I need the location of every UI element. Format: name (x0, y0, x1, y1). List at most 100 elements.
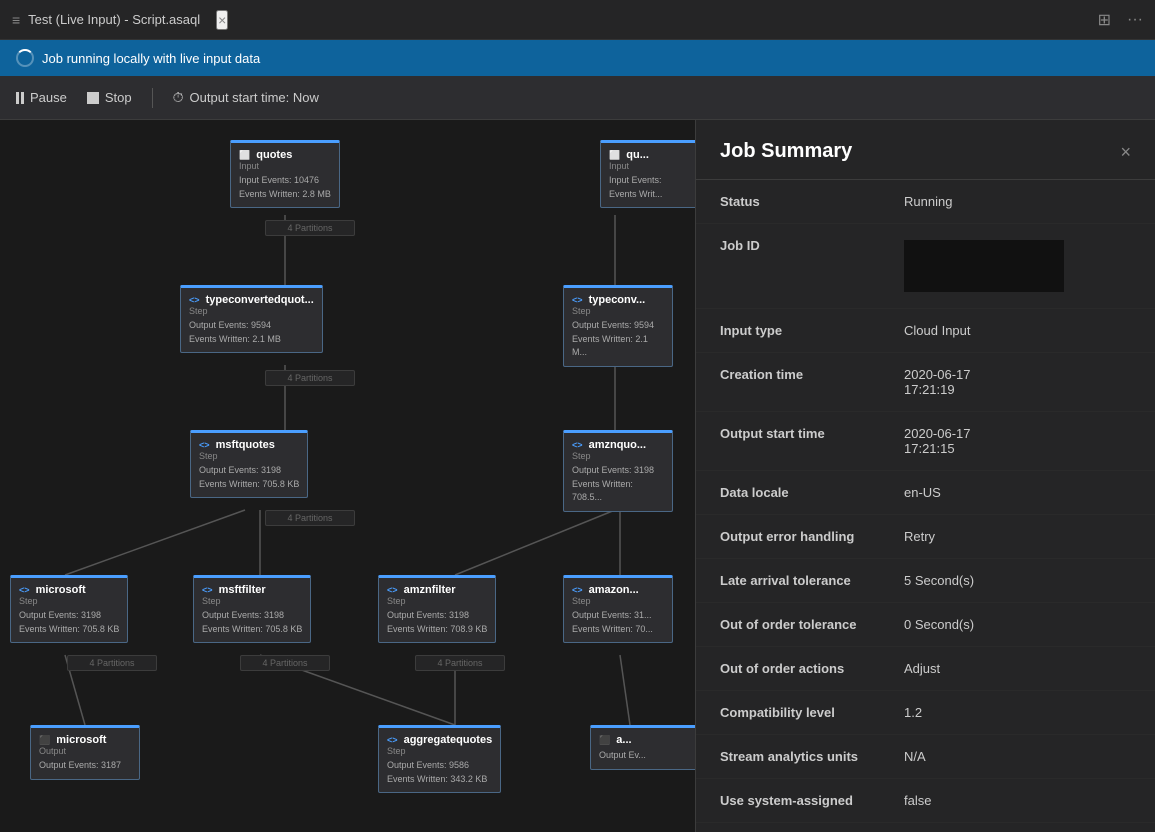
job-summary-close-button[interactable]: × (1120, 143, 1131, 161)
summary-row: Creation time2020-06-17 17:21:19 (696, 353, 1155, 412)
node-stat: Events Written: 2.1 MB (189, 333, 314, 347)
node-title: <> msftfilter (202, 584, 302, 596)
node-stat: Output Ev... (599, 749, 691, 763)
summary-row-value: 1.2 (896, 691, 1155, 734)
partition-label: 4 Partitions (265, 370, 355, 386)
node-stat: Input Events: (609, 174, 695, 188)
node-title: ⬛ a... (599, 734, 691, 746)
node-stat: Output Events: 3187 (39, 759, 131, 773)
partition-label: 4 Partitions (265, 510, 355, 526)
node-stat: Events Writ... (609, 188, 695, 202)
diagram-node-aggregatequotes[interactable]: <> aggregatequotes Step Output Events: 9… (378, 725, 501, 793)
summary-row-value: Cloud Input (896, 309, 1155, 352)
summary-row-value: Running (896, 180, 1155, 223)
node-subtitle: Output (39, 746, 131, 756)
node-stat: Events Written: 2.8 MB (239, 188, 331, 202)
diagram-node-amazon_out[interactable]: ⬛ a... Output Ev... (590, 725, 695, 770)
status-bar: Job running locally with live input data (0, 40, 1155, 76)
summary-row-value: Retry (896, 515, 1155, 558)
summary-row-value: 5 Second(s) (896, 559, 1155, 602)
diagram-node-amznquotes[interactable]: <> amznquo... Step Output Events: 3198Ev… (563, 430, 673, 512)
node-stat: Input Events: 10476 (239, 174, 331, 188)
title-bar-left: ≡ Test (Live Input) - Script.asaql × (12, 10, 228, 30)
summary-row-label: Stream analytics units (696, 735, 896, 778)
node-title: <> amznquo... (572, 439, 664, 451)
node-subtitle: Input (609, 161, 695, 171)
summary-row-value: Adjust (896, 647, 1155, 690)
summary-row: Out of order tolerance0 Second(s) (696, 603, 1155, 647)
diagram-node-typeconverted1[interactable]: <> typeconvertedquot... Step Output Even… (180, 285, 323, 353)
summary-row-value: N/A (896, 735, 1155, 778)
diagram-node-microsoft_out[interactable]: ⬛ microsoft Output Output Events: 3187 (30, 725, 140, 780)
summary-row-value: 2020-06-17 17:21:19 (896, 353, 1155, 411)
node-stat: Events Written: 708.5... (572, 478, 664, 505)
summary-rows-container: StatusRunningJob IDInput typeCloud Input… (696, 180, 1155, 823)
title-bar: ≡ Test (Live Input) - Script.asaql × ⊞ ·… (0, 0, 1155, 40)
node-stat: Events Written: 705.8 KB (202, 623, 302, 637)
job-id-redacted (904, 240, 1064, 292)
node-title: <> msftquotes (199, 439, 299, 451)
diagram-node-typeconverted2[interactable]: <> typeconv... Step Output Events: 9594E… (563, 285, 673, 367)
summary-row-label: Late arrival tolerance (696, 559, 896, 602)
diagram-node-quotes1[interactable]: ⬜ quotes Input Input Events: 10476Events… (230, 140, 340, 208)
partition-label: 4 Partitions (240, 655, 330, 671)
node-subtitle: Step (572, 451, 664, 461)
node-subtitle: Step (387, 746, 492, 756)
stop-button[interactable]: Stop (87, 90, 132, 105)
pause-icon (16, 92, 24, 104)
node-stat: Output Events: 3198 (19, 609, 119, 623)
summary-row: Compatibility level1.2 (696, 691, 1155, 735)
summary-row: Job ID (696, 224, 1155, 309)
pause-button[interactable]: Pause (16, 90, 67, 105)
summary-row-label: Creation time (696, 353, 896, 411)
node-stat: Output Events: 9586 (387, 759, 492, 773)
diagram-node-quotes2[interactable]: ⬜ qu... Input Input Events:Events Writ..… (600, 140, 695, 208)
summary-row: StatusRunning (696, 180, 1155, 224)
node-subtitle: Step (19, 596, 119, 606)
node-stat: Events Written: 343.2 KB (387, 773, 492, 787)
node-title: <> aggregatequotes (387, 734, 492, 746)
node-stat: Events Written: 70... (572, 623, 664, 637)
node-stat: Output Events: 3198 (202, 609, 302, 623)
stop-icon (87, 92, 99, 104)
partition-label: 4 Partitions (265, 220, 355, 236)
summary-row-value (896, 224, 1155, 308)
diagram-node-msftquotes[interactable]: <> msftquotes Step Output Events: 3198Ev… (190, 430, 308, 498)
tab-close-button[interactable]: × (216, 10, 228, 30)
node-title: ⬜ quotes (239, 149, 331, 161)
node-title: <> typeconv... (572, 294, 664, 306)
toolbar-divider (152, 88, 153, 108)
toolbar: Pause Stop ⏱ Output start time: Now (0, 76, 1155, 120)
node-stat: Output Events: 9594 (572, 319, 664, 333)
summary-row: Stream analytics unitsN/A (696, 735, 1155, 779)
node-subtitle: Step (572, 306, 664, 316)
node-title: <> amazon... (572, 584, 664, 596)
node-stat: Events Written: 705.8 KB (19, 623, 119, 637)
summary-row: Output error handlingRetry (696, 515, 1155, 559)
loading-spinner (16, 49, 34, 67)
diagram-area[interactable]: ⬜ quotes Input Input Events: 10476Events… (0, 120, 695, 832)
node-subtitle: Input (239, 161, 331, 171)
node-title: ⬛ microsoft (39, 734, 131, 746)
summary-row-value: 2020-06-17 17:21:15 (896, 412, 1155, 470)
menu-icon: ≡ (12, 12, 20, 28)
summary-row-label: Job ID (696, 224, 896, 308)
summary-row-value: false (896, 779, 1155, 822)
output-time-button[interactable]: ⏱ Output start time: Now (173, 89, 319, 106)
diagram-node-msftfilter[interactable]: <> msftfilter Step Output Events: 3198Ev… (193, 575, 311, 643)
summary-row-label: Status (696, 180, 896, 223)
summary-row-value: en-US (896, 471, 1155, 514)
diagram-node-amznfilter[interactable]: <> amznfilter Step Output Events: 3198Ev… (378, 575, 496, 643)
more-button[interactable]: ··· (1127, 10, 1143, 30)
partition-label: 4 Partitions (67, 655, 157, 671)
diagram-node-amazon[interactable]: <> amazon... Step Output Events: 31...Ev… (563, 575, 673, 643)
summary-row: Late arrival tolerance5 Second(s) (696, 559, 1155, 603)
diagram-node-microsoft[interactable]: <> microsoft Step Output Events: 3198Eve… (10, 575, 128, 643)
job-summary-title: Job Summary (720, 140, 852, 163)
output-time-label: Output start time: Now (190, 90, 319, 105)
node-title: ⬜ qu... (609, 149, 695, 161)
main-content: ⬜ quotes Input Input Events: 10476Events… (0, 120, 1155, 832)
summary-row-label: Data locale (696, 471, 896, 514)
layout-button[interactable]: ⊞ (1098, 10, 1111, 30)
node-stat: Output Events: 3198 (387, 609, 487, 623)
